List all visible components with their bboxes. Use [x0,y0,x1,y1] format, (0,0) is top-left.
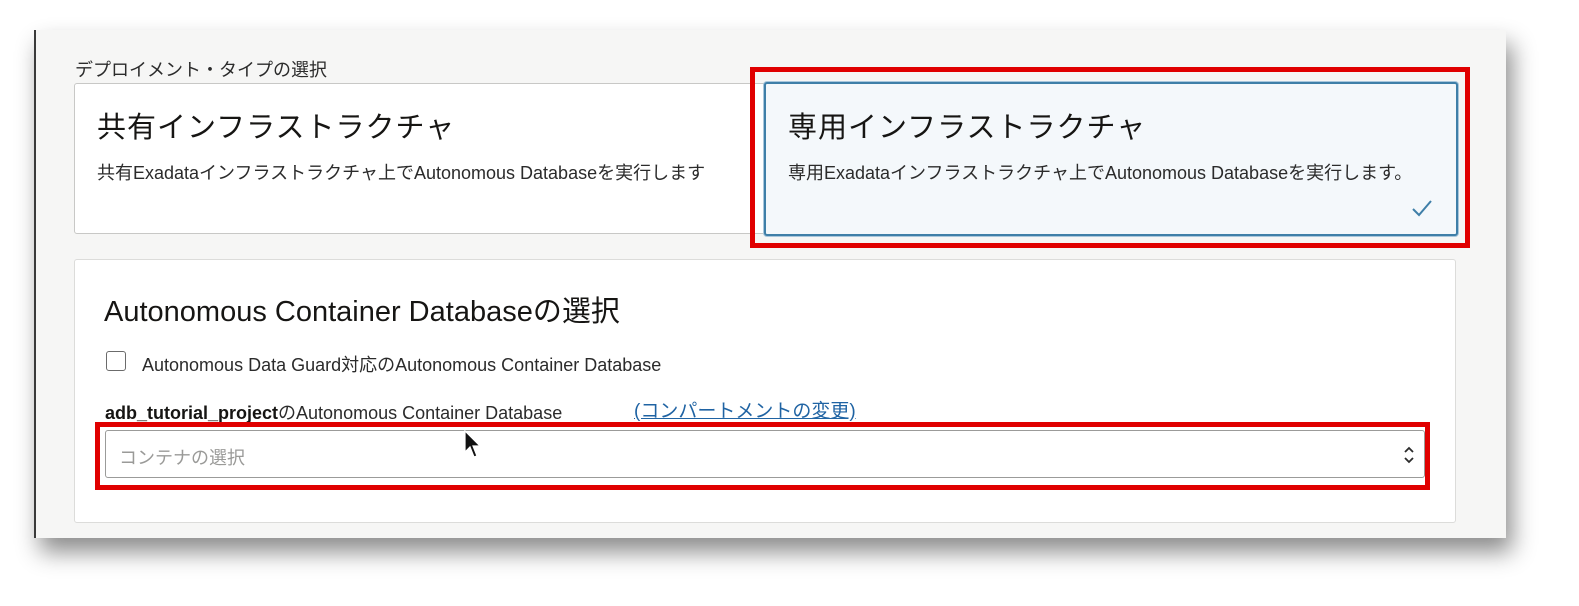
dedicated-infrastructure-card[interactable]: 専用インフラストラクチャ 専用Exadataインフラストラクチャ上でAutono… [764,82,1458,236]
updown-chevron-icon [1404,446,1414,464]
mouse-cursor-icon [464,430,482,458]
checkmark-icon [1412,200,1432,217]
change-compartment-link[interactable]: (コンパートメントの変更) [634,396,856,423]
dedicated-infrastructure-title: 専用インフラストラクチャ [788,112,1147,144]
data-guard-checkbox-label: Autonomous Data Guard対応のAutonomous Conta… [142,355,662,375]
container-field-label-rest: のAutonomous Container Database [278,403,563,423]
shared-infrastructure-title: 共有インフラストラクチャ [97,112,456,144]
data-guard-checkbox[interactable] [106,351,126,371]
container-select[interactable]: コンテナの選択 [105,430,1425,478]
shared-infrastructure-description: 共有Exadataインフラストラクチャ上でAutonomous Database… [97,163,706,183]
screenshot-stage: デプロイメント・タイプの選択 共有インフラストラクチャ 共有Exadataインフ… [0,0,1579,606]
deployment-type-label: デプロイメント・タイプの選択 [75,60,327,80]
container-field-label: adb_tutorial_projectのAutonomous Containe… [105,399,562,425]
shared-infrastructure-card[interactable]: 共有インフラストラクチャ 共有Exadataインフラストラクチャ上でAutono… [74,83,774,234]
container-select-placeholder: コンテナの選択 [119,448,245,468]
dedicated-infrastructure-description: 専用Exadataインフラストラクチャ上でAutonomous Database… [788,163,1413,183]
container-database-title: Autonomous Container Databaseの選択 [104,296,620,328]
compartment-name: adb_tutorial_project [105,403,279,423]
